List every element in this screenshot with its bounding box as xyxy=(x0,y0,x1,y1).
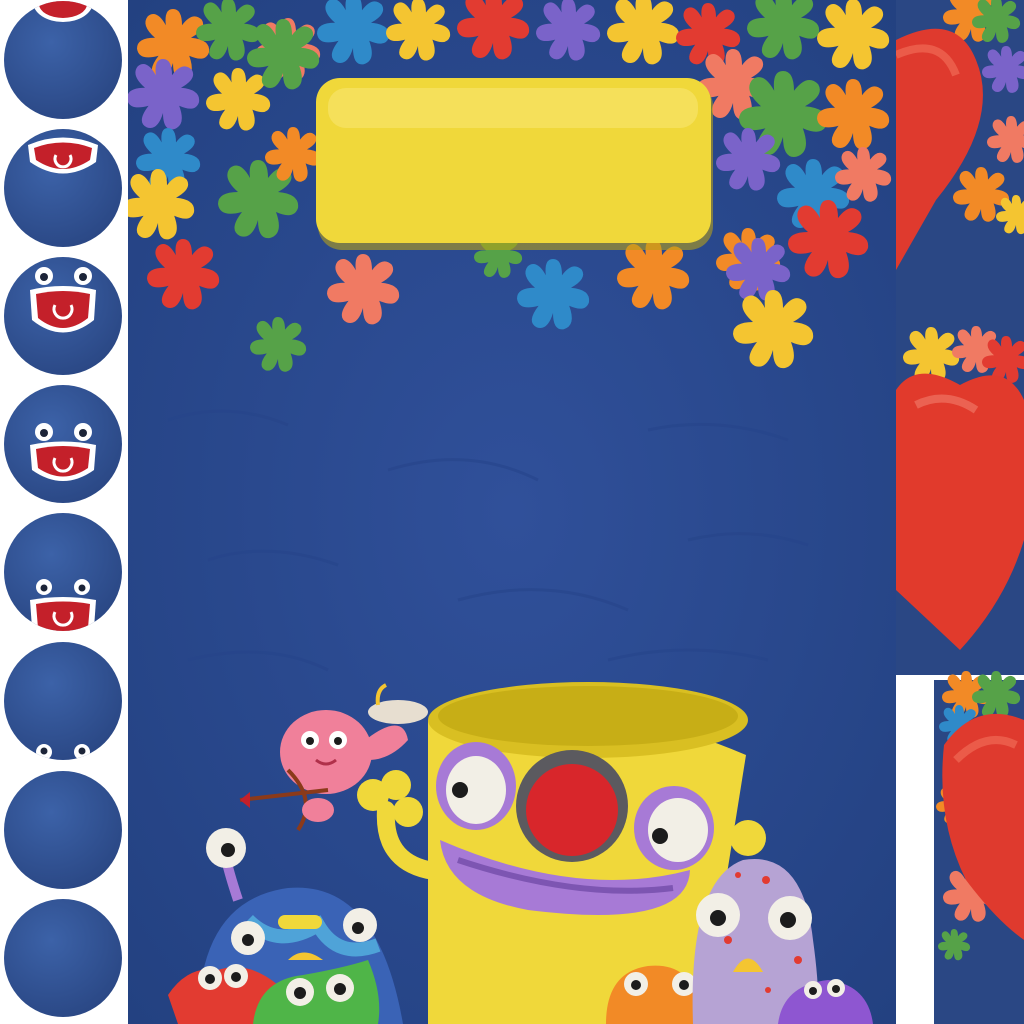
frame-5-disc xyxy=(4,513,122,631)
frame-1-disc xyxy=(4,1,122,119)
frame-6-disc xyxy=(4,642,122,760)
heart-tile-bottom xyxy=(934,671,1024,1024)
main-background-panel xyxy=(128,0,896,1024)
title-plaque xyxy=(316,78,713,250)
frame-2-disc xyxy=(4,129,122,247)
heart-tile-top xyxy=(896,0,1024,340)
heart-tile-column xyxy=(896,0,1024,1024)
frame-4-disc xyxy=(4,385,122,503)
frame-7-disc xyxy=(4,771,122,889)
frame-8-disc xyxy=(4,899,122,1017)
animation-frame-column xyxy=(0,0,128,1024)
frame-3-disc xyxy=(4,257,122,375)
